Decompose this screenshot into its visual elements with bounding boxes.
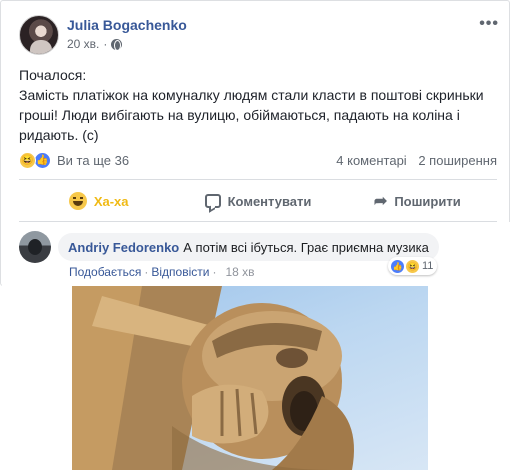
- post-text-line: Почалося:: [19, 67, 87, 83]
- comment-reactions[interactable]: 👍 😆 11: [388, 257, 438, 275]
- engagement-counts: 4 коментарі 2 поширення: [328, 153, 497, 168]
- commenter-avatar[interactable]: [19, 231, 51, 263]
- reaction-icons[interactable]: 😆 👍: [19, 152, 51, 169]
- like-icon: 👍: [390, 258, 405, 274]
- share-icon: ➦: [373, 193, 388, 210]
- globe-icon: [111, 38, 123, 51]
- haha-icon: 😆: [405, 258, 420, 274]
- reaction-button[interactable]: Ха-ха: [19, 184, 178, 218]
- comment-like-link[interactable]: Подобається: [69, 265, 141, 279]
- comment-reaction-count: 11: [422, 260, 434, 272]
- comment-button[interactable]: Коментувати: [178, 184, 337, 218]
- haha-icon: [68, 192, 87, 210]
- shares-count[interactable]: 2 поширення: [418, 153, 497, 168]
- reaction-label: Ха-ха: [93, 193, 129, 209]
- comment-icon: [204, 194, 221, 208]
- author-name[interactable]: Julia Bogachenko: [67, 17, 187, 33]
- post-text-line: Замість платіжок на комуналку людям стал…: [19, 87, 484, 103]
- haha-icon: 😆: [19, 152, 36, 169]
- comments-section: Andriy Fedorenko А потім всі ібуться. Гр…: [2, 222, 510, 286]
- commenter-name[interactable]: Andriy Fedorenko: [68, 240, 179, 255]
- comment-reply-link[interactable]: Відповісти: [151, 265, 209, 279]
- gargoyle-photo[interactable]: [72, 286, 428, 470]
- post-header: Julia Bogachenko 20 хв. · •••: [19, 15, 499, 59]
- comment-time[interactable]: 18 хв: [225, 265, 254, 279]
- comments-count[interactable]: 4 коментарі: [336, 153, 406, 168]
- reaction-summary: 😆 👍 Ви та ще 36 4 коментарі 2 поширення: [19, 152, 497, 170]
- comment-label: Коментувати: [227, 193, 312, 209]
- reaction-count[interactable]: Ви та ще 36: [57, 153, 129, 168]
- post-meta: 20 хв. ·: [67, 37, 123, 51]
- post-time[interactable]: 20 хв.: [67, 37, 99, 51]
- post-text: Почалося: Замість платіжок на комуналку …: [19, 65, 499, 145]
- comment-text: А потім всі ібуться. Грає приємна музика: [183, 239, 429, 255]
- more-icon[interactable]: •••: [479, 15, 499, 33]
- share-label: Поширити: [394, 193, 461, 209]
- gargoyle-illustration: [72, 286, 354, 470]
- post-text-line: гроші! Люди вибігають на вулицю, обіймаю…: [19, 107, 460, 123]
- comment-actions: Подобається · Відповісти · 18 хв: [69, 265, 255, 279]
- author-avatar[interactable]: [19, 15, 59, 55]
- action-bar: Ха-ха Коментувати ➦ Поширити: [19, 184, 497, 218]
- comment-bubble: Andriy Fedorenko А потім всі ібуться. Гр…: [58, 233, 439, 261]
- post-card: Julia Bogachenko 20 хв. · ••• Почалося: …: [0, 0, 510, 286]
- like-icon: 👍: [34, 152, 51, 169]
- post-text-line: ридають. (c): [19, 127, 99, 143]
- share-button[interactable]: ➦ Поширити: [338, 184, 497, 218]
- divider: [19, 179, 497, 180]
